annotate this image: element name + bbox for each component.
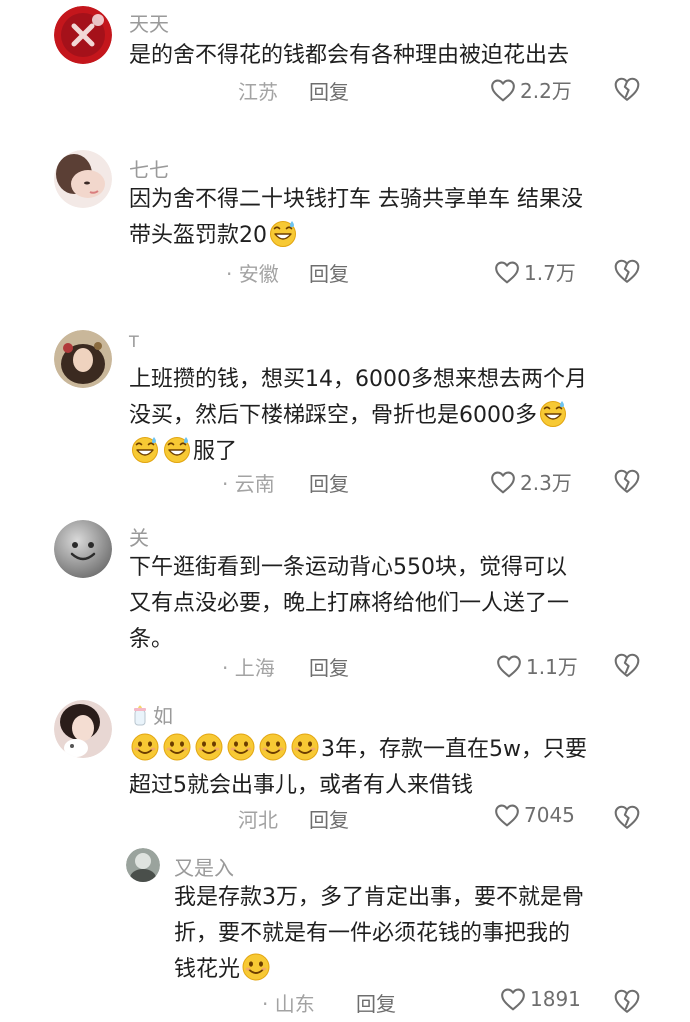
comment-text: 我是存款3万，多了肯定出事，要不就是骨 折，要不就是有一件必须花钱的事把我的 钱… [174,880,664,988]
comment-text-line: 3年，存款一直在5w，只要 [321,737,587,762]
comment-text-line: 超过5就会出事儿，或者有人来借钱 [129,773,473,798]
heart-outline-icon [490,78,516,102]
avatar[interactable] [126,848,160,882]
comment-text-line: 带头盔罚款20 [129,223,267,248]
grinning-sweat-emoji [162,434,192,464]
username[interactable]: 关 [129,522,149,551]
username[interactable]: T [129,332,139,351]
comment-text-line: 下午逛街看到一条运动背心550块，觉得可以 [129,555,567,580]
reply-button[interactable]: 回复 [309,258,349,287]
broken-heart-icon[interactable] [613,258,641,284]
location-label: · 云南 [222,472,275,496]
location-label: · 上海 [222,656,275,680]
location-label: 江苏 [238,80,278,104]
like-count: 1891 [530,987,581,1011]
like-button[interactable]: 2.2万 [490,75,572,104]
broken-heart-icon[interactable] [613,988,641,1014]
broken-heart-icon[interactable] [613,468,641,494]
like-count: 2.3万 [520,471,572,495]
broken-heart-icon[interactable] [613,804,641,830]
heart-outline-icon [490,470,516,494]
broken-heart-icon[interactable] [613,652,641,678]
comment-item: T 上班攒的钱，想买14，6000多想来想去两个月 没买，然后下楼梯踩空，骨折也… [0,322,690,502]
reply-button[interactable]: 回复 [356,988,396,1017]
smiling-face-emoji [130,732,160,762]
avatar[interactable] [54,520,112,578]
grinning-sweat-emoji [130,434,160,464]
comment-text-line: 又有点没必要，晚上打麻将给他们一人送了一 [129,591,570,616]
smiling-face-emoji [241,952,271,982]
smiling-face-emoji [258,732,288,762]
reply-item: 又是入 我是存款3万，多了肯定出事，要不就是骨 折，要不就是有一件必须花钱的事把… [0,842,690,1022]
comment-item: 七七 因为舍不得二十块钱打车 去骑共享单车 结果没 带头盔罚款20 · 安徽 回… [0,140,690,310]
comment-text-line: 服了 [193,439,238,464]
avatar[interactable] [54,330,112,388]
heart-outline-icon [496,654,522,678]
baby-bottle-icon [134,705,146,725]
like-count: 7045 [524,803,575,827]
like-count: 1.1万 [526,655,578,679]
location-label: · 安徽 [226,262,279,286]
comment-text-line: 是的舍不得花的钱都会有各种理由被迫花出去 [129,43,570,68]
avatar[interactable] [54,700,112,758]
like-button[interactable]: 7045 [494,803,575,827]
username[interactable]: 天天 [129,8,169,37]
like-button[interactable]: 2.3万 [490,467,572,496]
smiling-face-emoji [194,732,224,762]
username[interactable]: 又是入 [174,852,234,881]
username[interactable]: 七七 [129,154,169,183]
reply-button[interactable]: 回复 [309,468,349,497]
heart-outline-icon [500,987,526,1011]
like-button[interactable]: 1891 [500,987,581,1011]
like-button[interactable]: 1.7万 [494,257,576,286]
comment-item: 天天 是的舍不得花的钱都会有各种理由被迫花出去 江苏 回复 2.2万 [0,0,690,130]
comment-text: 上班攒的钱，想买14，6000多想来想去两个月 没买，然后下楼梯踩空，骨折也是6… [129,362,669,470]
comment-item: 如 3年，存款一直在5w，只要 超过5就会出事儿，或者有人来借钱 河北 回复 7… [0,694,690,839]
broken-heart-icon[interactable] [613,76,641,102]
comment-text: 因为舍不得二十块钱打车 去骑共享单车 结果没 带头盔罚款20 [129,182,659,254]
grinning-sweat-emoji [538,398,568,428]
avatar[interactable] [54,150,112,208]
username-text: 如 [153,704,173,728]
like-count: 2.2万 [520,79,572,103]
comment-text: 下午逛街看到一条运动背心550块，觉得可以 又有点没必要，晚上打麻将给他们一人送… [129,550,669,658]
avatar[interactable] [54,6,112,64]
username[interactable]: 如 [129,700,173,729]
comment-text-line: 折，要不就是有一件必须花钱的事把我的 [174,921,571,946]
reply-button[interactable]: 回复 [309,652,349,681]
comment-text-line: 上班攒的钱，想买14，6000多想来想去两个月 [129,367,587,392]
heart-outline-icon [494,803,520,827]
like-count: 1.7万 [524,261,576,285]
smiling-face-emoji [226,732,256,762]
comment-text: 3年，存款一直在5w，只要 超过5就会出事儿，或者有人来借钱 [129,732,669,804]
reply-button[interactable]: 回复 [309,804,349,833]
comment-item: 关 下午逛街看到一条运动背心550块，觉得可以 又有点没必要，晚上打麻将给他们一… [0,512,690,692]
reply-button[interactable]: 回复 [309,76,349,105]
location-label: · 山东 [262,992,315,1016]
heart-outline-icon [494,260,520,284]
grinning-sweat-emoji [268,218,298,248]
comment-text-line: 因为舍不得二十块钱打车 去骑共享单车 结果没 [129,187,583,212]
comment-text: 是的舍不得花的钱都会有各种理由被迫花出去 [129,38,659,74]
comment-text-line: 我是存款3万，多了肯定出事，要不就是骨 [174,885,584,910]
comment-text-line: 条。 [129,627,174,652]
smiling-face-emoji [162,732,192,762]
comment-text-line: 钱花光 [174,957,241,982]
comment-text-line: 没买，然后下楼梯踩空，骨折也是6000多 [129,403,537,428]
location-label: 河北 [238,808,278,832]
like-button[interactable]: 1.1万 [496,651,578,680]
smiling-face-emoji [290,732,320,762]
